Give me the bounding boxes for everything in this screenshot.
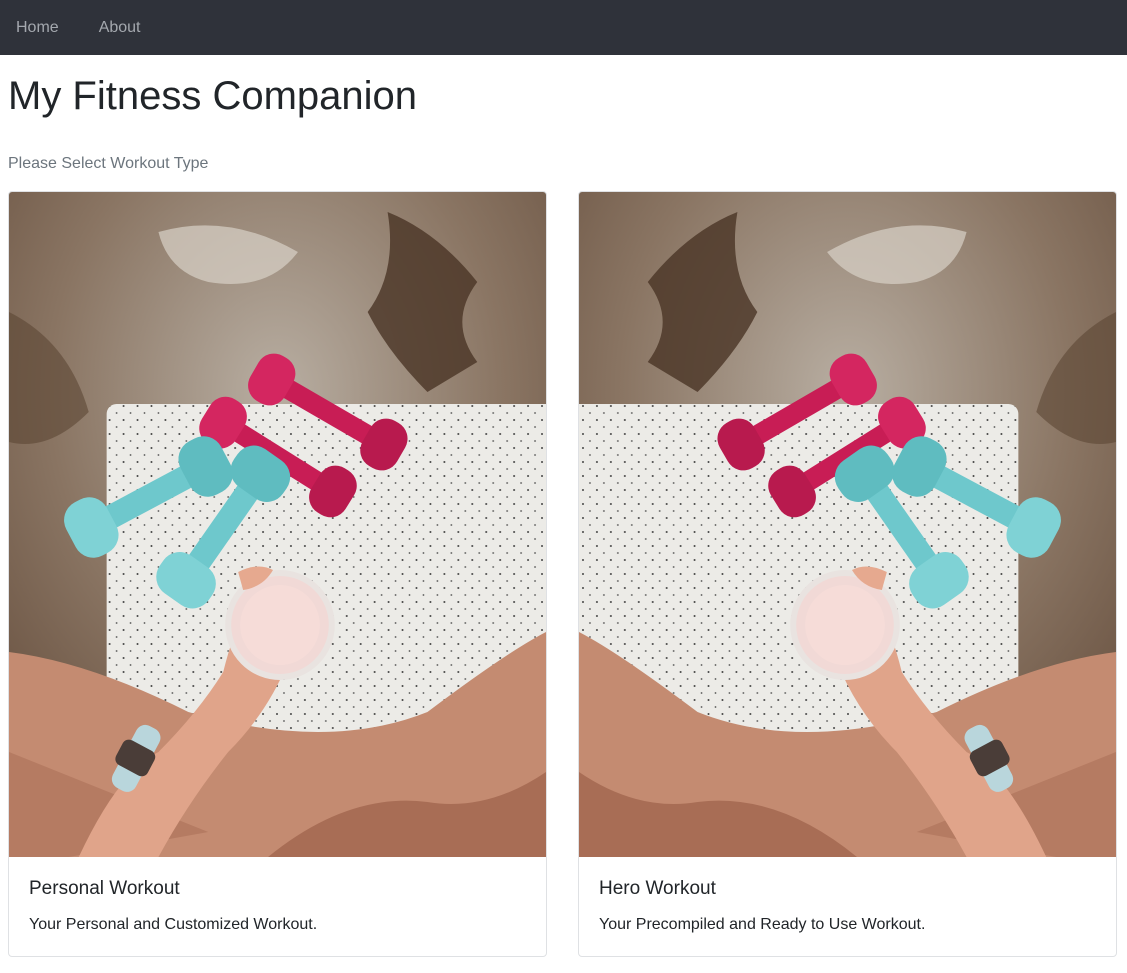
page-subtitle: Please Select Workout Type (8, 155, 209, 172)
card-image-dumbbells-mirrored (579, 192, 1116, 857)
card-title: Hero Workout (599, 878, 716, 899)
top-navbar: Home About (0, 0, 1127, 55)
workout-card-hero[interactable]: Hero Workout Your Precompiled and Ready … (578, 191, 1117, 957)
nav-link-home[interactable]: Home (16, 19, 59, 37)
card-text: Your Precompiled and Ready to Use Workou… (599, 916, 926, 933)
card-title: Personal Workout (29, 878, 180, 899)
nav-link-about[interactable]: About (99, 19, 141, 37)
card-image-dumbbells (9, 192, 546, 857)
workout-card-personal[interactable]: Personal Workout Your Personal and Custo… (8, 191, 547, 957)
page-title: My Fitness Companion (8, 74, 418, 118)
card-body: Hero Workout Your Precompiled and Ready … (579, 857, 1116, 955)
card-text: Your Personal and Customized Workout. (29, 916, 318, 933)
card-body: Personal Workout Your Personal and Custo… (9, 857, 546, 955)
